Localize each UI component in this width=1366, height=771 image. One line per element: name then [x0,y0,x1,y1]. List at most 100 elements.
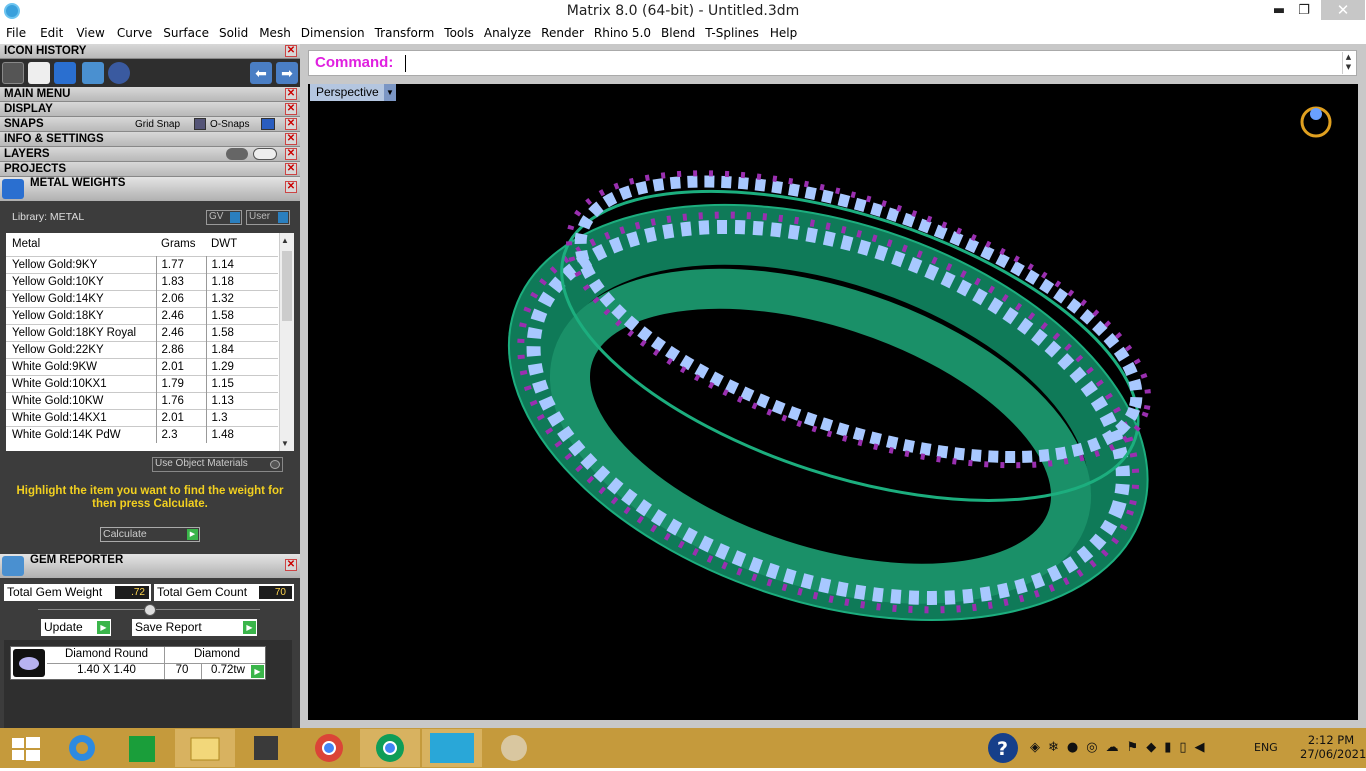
menu-tools[interactable]: Tools [444,24,474,40]
table-row[interactable]: White Gold:14KX1 2.01 1.3 [6,409,278,426]
main-menu-header[interactable]: MAIN MENU ✕ [0,87,300,102]
close-icon[interactable]: ✕ [285,181,297,193]
menu-analyze[interactable]: Analyze [484,24,531,40]
info-settings-label: INFO & SETTINGS [4,133,104,145]
menu-mesh[interactable]: Mesh [259,24,291,40]
layer-lock-icon[interactable] [226,148,248,160]
close-icon[interactable]: ✕ [285,148,297,160]
menu-view[interactable]: View [76,24,104,40]
metal-name: White Gold:10KW [12,394,104,407]
gem-reporter-header[interactable]: GEM REPORTER ✕ [0,554,300,578]
back-arrow-icon[interactable]: ⬅ [250,62,272,84]
update-button[interactable]: Update ▶ [41,619,111,636]
column-header-grams[interactable]: Grams [156,233,206,256]
v8-icon[interactable] [422,729,482,767]
gv-toggle[interactable]: GV [206,210,242,225]
total-gem-count-field: Total Gem Count 70 [154,584,294,601]
table-row[interactable]: White Gold:14K PdW 2.3 1.48 [6,426,278,443]
pyramid-icon[interactable] [54,62,76,84]
scroll-up-icon[interactable]: ▲ [281,236,289,245]
menu-edit[interactable]: Edit [40,24,63,40]
file-explorer-icon[interactable] [175,729,235,767]
system-tray-icons[interactable]: ◈❄●◎☁⚑◆▮▯◀ [1030,728,1250,768]
chrome-icon[interactable] [298,729,358,767]
table-row[interactable]: Yellow Gold:10KY 1.83 1.18 [6,273,278,290]
language-indicator[interactable]: ENG [1254,728,1278,768]
table-row[interactable]: White Gold:10KX1 1.79 1.15 [6,375,278,392]
transform-icon[interactable] [2,62,24,84]
close-icon[interactable]: ✕ [285,103,297,115]
command-input[interactable] [405,55,406,72]
display-label: DISPLAY [4,103,53,115]
table-row[interactable]: Yellow Gold:9KY 1.77 1.14 [6,256,278,273]
gem-icon[interactable] [108,62,130,84]
store-icon[interactable] [115,729,175,767]
metal-weights-header[interactable]: METAL WEIGHTS ✕ [0,177,300,201]
close-icon[interactable]: ✕ [285,559,297,571]
paint-icon[interactable] [484,729,544,767]
close-icon[interactable]: ✕ [285,88,297,100]
close-icon[interactable]: ✕ [285,133,297,145]
table-row[interactable]: Yellow Gold:18KY Royal 2.46 1.58 [6,324,278,341]
table-row[interactable]: Yellow Gold:18KY 2.46 1.58 [6,307,278,324]
projects-header[interactable]: PROJECTS ✕ [0,162,300,177]
use-object-materials-toggle[interactable]: Use Object Materials [152,457,283,472]
table-icon[interactable] [82,62,104,84]
close-button[interactable]: ✕ [1321,0,1365,20]
menu-transform[interactable]: Transform [375,24,435,40]
eye-icon[interactable] [253,148,277,160]
clock[interactable]: 2:12 PM 27/06/2021 [1300,733,1366,763]
play-icon[interactable]: ▶ [251,665,264,678]
clock-time: 2:12 PM [1307,733,1355,747]
user-toggle[interactable]: User [246,210,290,225]
table-row[interactable]: Yellow Gold:22KY 2.86 1.84 [6,341,278,358]
column-header-dwt[interactable]: DWT [206,233,278,256]
internet-explorer-icon[interactable] [55,729,115,767]
menu-file[interactable]: File [6,24,26,40]
restore-button[interactable]: ❐ [1289,0,1319,22]
calculate-button[interactable]: Calculate ▶ [100,527,200,542]
menu-curve[interactable]: Curve [117,24,152,40]
icon-history-header[interactable]: ICON HISTORY ✕ [0,44,300,59]
document-icon[interactable] [28,62,50,84]
start-button[interactable] [0,729,60,767]
display-header[interactable]: DISPLAY ✕ [0,102,300,117]
ring-model[interactable] [308,84,1358,720]
close-icon[interactable]: ✕ [285,118,297,130]
menu-dimension[interactable]: Dimension [301,24,365,40]
menu-help[interactable]: Help [770,24,797,40]
forward-arrow-icon[interactable]: ➡ [276,62,298,84]
grid-snap-toggle[interactable] [194,118,206,130]
table-row[interactable]: White Gold:9KW 2.01 1.29 [6,358,278,375]
calculate-hint: Highlight the item you want to find the … [16,485,284,510]
table-row[interactable]: Yellow Gold:14KY 2.06 1.32 [6,290,278,307]
close-icon[interactable]: ✕ [285,163,297,175]
menu-surface[interactable]: Surface [163,24,209,40]
gem-row[interactable]: Diamond Round Diamond 1.40 X 1.40 70 0.7… [10,646,266,680]
command-scroll[interactable]: ▲ ▼ [1342,52,1354,74]
menu-blend[interactable]: Blend [661,24,695,40]
o-snaps-toggle[interactable] [261,118,275,130]
chrome-icon-2[interactable] [360,729,420,767]
scroll-down-icon[interactable]: ▼ [281,439,289,448]
menu-solid[interactable]: Solid [219,24,248,40]
collapse-handle[interactable] [144,604,156,616]
snaps-header[interactable]: SNAPS Grid Snap O-Snaps ✕ [0,117,300,132]
close-icon[interactable]: ✕ [285,45,297,57]
layers-header[interactable]: LAYERS ✕ [0,147,300,162]
matrix-app-icon[interactable] [236,729,296,767]
scroll-thumb[interactable] [282,251,292,321]
metal-dwt: 1.84 [205,341,278,358]
menu-render[interactable]: Render [541,24,584,40]
info-settings-header[interactable]: INFO & SETTINGS ✕ [0,132,300,147]
scrollbar[interactable]: ▲ ▼ [279,233,294,451]
command-bar[interactable]: Command: ▲ ▼ [308,50,1357,76]
column-header-metal[interactable]: Metal [6,233,156,256]
save-report-button[interactable]: Save Report ▶ [132,619,257,636]
metal-weights-list[interactable]: Metal Grams DWT Yellow Gold:9KY 1.77 1.14 Y… [6,233,294,451]
help-icon[interactable]: ? [986,728,1020,768]
menu-rhino5[interactable]: Rhino 5.0 [594,24,651,40]
table-row[interactable]: White Gold:10KW 1.76 1.13 [6,392,278,409]
menu-tsplines[interactable]: T-Splines [705,24,759,40]
perspective-viewport[interactable]: Perspective ▼ [308,84,1358,720]
